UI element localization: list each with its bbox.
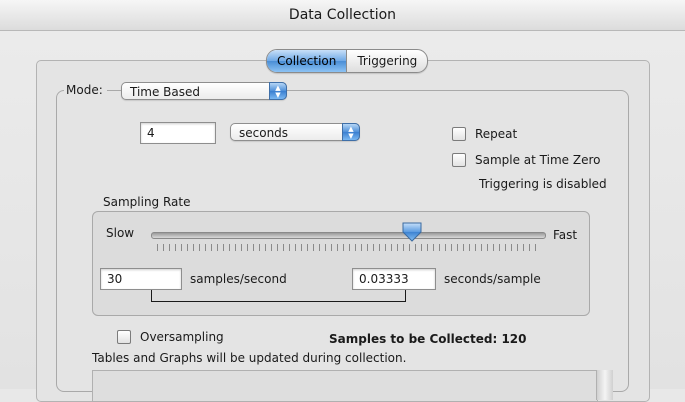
triggering-status: Triggering is disabled [479,177,607,191]
rate-link-bracket [151,290,406,302]
slow-label: Slow [106,226,135,240]
duration-unit-value: seconds [239,126,289,140]
scrollbar[interactable] [596,370,613,400]
seconds-per-sample-unit: seconds/sample [444,272,541,286]
data-collection-window: Data Collection Collection Triggering Mo… [0,0,685,402]
oversampling-checkbox[interactable]: Oversampling [117,330,224,344]
popup-arrows-icon: ▲ ▼ [269,82,287,100]
oversampling-label: Oversampling [140,330,224,344]
tab-triggering[interactable]: Triggering [346,50,427,72]
sampling-rate-slider-thumb[interactable] [401,222,423,242]
sample-at-time-zero-label: Sample at Time Zero [475,153,601,167]
seconds-per-sample-field[interactable]: 0.03333 [352,268,436,290]
lower-content-panel [92,370,598,402]
window-title: Data Collection [0,0,685,31]
checkbox-box[interactable] [452,153,466,167]
samples-per-second-field[interactable]: 30 [100,268,182,290]
sample-at-time-zero-checkbox[interactable]: Sample at Time Zero [452,153,600,167]
tab-collection[interactable]: Collection [267,50,347,72]
mode-popup-value: Time Based [130,85,201,99]
samples-per-second-unit: samples/second [190,272,287,286]
samples-to-collect: Samples to be Collected: 120 [329,332,527,346]
duration-field[interactable]: 4 [140,122,216,144]
popup-arrows-icon: ▲ ▼ [342,123,360,141]
update-note: Tables and Graphs will be updated during… [92,351,407,365]
tab-bar: Collection Triggering [266,49,429,73]
repeat-checkbox[interactable]: Repeat [452,127,517,141]
sampling-rate-slider-track[interactable] [151,232,546,239]
fast-label: Fast [553,228,578,242]
checkbox-box[interactable] [452,127,466,141]
repeat-label: Repeat [475,127,518,141]
checkbox-box[interactable] [117,330,131,344]
duration-unit-popup[interactable]: seconds ▲ ▼ [230,123,360,141]
slider-tick-marks [157,244,538,251]
sampling-rate-label: Sampling Rate [103,195,191,209]
mode-popup[interactable]: Time Based ▲ ▼ [121,82,287,100]
mode-label: Mode: [64,82,107,98]
